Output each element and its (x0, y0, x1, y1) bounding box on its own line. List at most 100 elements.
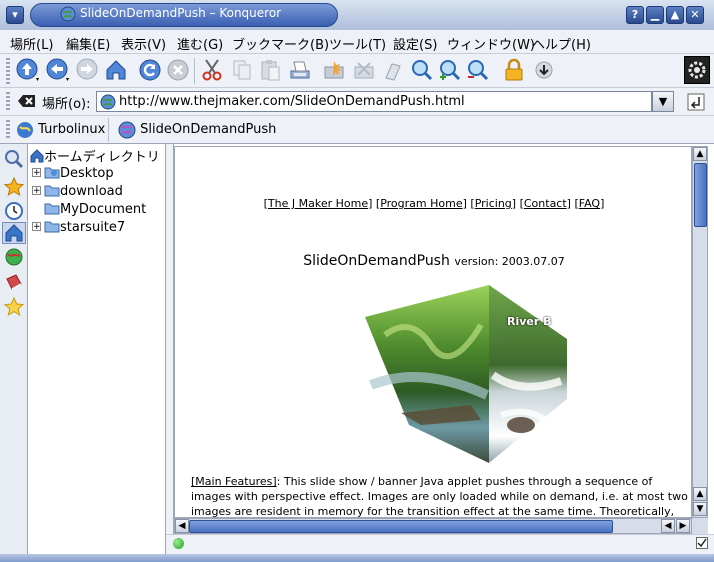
view-link-checkbox-icon[interactable] (696, 537, 708, 549)
clear-location-icon[interactable] (18, 93, 36, 109)
download-icon[interactable] (532, 58, 556, 82)
bookmark-label: SlideOnDemandPush (140, 122, 277, 137)
window-menu-button[interactable]: ▾ (6, 6, 24, 24)
page-globe-icon (118, 121, 136, 138)
nav-link-pricing[interactable]: Pricing (475, 197, 512, 210)
home-icon[interactable] (104, 58, 128, 82)
konqueror-globe-icon (60, 6, 76, 22)
nav-link-program-home[interactable]: Program Home (380, 197, 462, 210)
security-icon[interactable] (322, 58, 346, 82)
bookmark-separator (108, 118, 109, 142)
menu-tools[interactable]: ツール(T) (329, 34, 386, 53)
toolbar-grip[interactable] (6, 92, 10, 112)
zoom-icon[interactable] (410, 58, 434, 82)
vertical-scroll-thumb[interactable] (694, 163, 707, 227)
scroll-up-arrow-icon[interactable]: ▲ (693, 147, 707, 161)
cut-icon[interactable] (200, 58, 224, 82)
nav-link-home[interactable]: The J Maker Home (268, 197, 368, 210)
zoom-out-icon[interactable] (466, 58, 490, 82)
main-features-text: [Main Features]: This slide show / banne… (191, 474, 691, 517)
find-icon[interactable] (382, 58, 406, 82)
vertical-scrollbar[interactable]: ▲ ▲ ▼ (692, 146, 708, 518)
window-bottom-frame (0, 554, 714, 562)
sidebar-config-icon[interactable] (3, 148, 25, 170)
menu-go[interactable]: 進む(G) (177, 34, 223, 53)
menu-view[interactable]: 表示(V) (121, 34, 166, 53)
nav-link-contact[interactable]: Contact (524, 197, 567, 210)
tree-root-label: ホームディレクトリ (44, 150, 160, 165)
tree-item-label: starsuite7 (60, 220, 126, 235)
panel-splitter[interactable] (166, 144, 174, 554)
services-book-icon[interactable] (3, 272, 25, 294)
tree-expander[interactable]: + (32, 168, 41, 178)
url-input[interactable]: http://www.thejmaker.com/SlideOnDemandPu… (96, 91, 652, 112)
applet-version: version: 2003.07.07 (454, 255, 565, 268)
status-bar (166, 534, 714, 554)
gear-icon (688, 61, 706, 79)
stop-icon[interactable] (166, 58, 190, 82)
web-page-view: [The J Maker Home] [Program Home] [Prici… (174, 146, 692, 518)
favorites-star-icon[interactable] (3, 296, 25, 318)
tree-item-download[interactable]: download (44, 183, 123, 201)
toolbar-grip[interactable] (6, 120, 10, 140)
bookmark-slideondemandpush[interactable]: SlideOnDemandPush (118, 120, 276, 142)
disabled-tool-icon[interactable] (352, 58, 376, 82)
scroll-corner (692, 518, 708, 534)
menu-window[interactable]: ウィンドウ(W) (447, 34, 535, 53)
maximize-button[interactable]: ▲ (666, 6, 684, 24)
tree-item-label: download (60, 184, 123, 199)
paste-icon[interactable] (258, 58, 282, 82)
toolbar-separator (194, 58, 195, 84)
location-label: 場所(o): (42, 97, 91, 112)
history-clock-icon[interactable] (3, 200, 25, 222)
bookmark-label: Turbolinux (38, 122, 106, 137)
tree-item-mydocument[interactable]: MyDocument (44, 201, 146, 219)
nav-link-faq[interactable]: FAQ (579, 197, 600, 210)
copy-icon[interactable] (230, 58, 254, 82)
menu-bookmarks[interactable]: ブックマーク(B) (232, 34, 329, 53)
tree-root-home[interactable]: ホームディレクトリ (30, 146, 160, 165)
go-icon[interactable] (686, 92, 706, 112)
turbolinux-icon (17, 121, 33, 138)
scroll-up-arrow-icon[interactable]: ▲ (693, 487, 707, 501)
zoom-in-icon[interactable] (438, 58, 462, 82)
help-button[interactable]: ? (626, 6, 644, 24)
close-button[interactable]: ✕ (686, 6, 704, 24)
minimize-button[interactable]: ▁ (646, 6, 664, 24)
tree-expander[interactable]: + (32, 222, 41, 232)
tree-item-desktop[interactable]: Desktop (44, 165, 114, 183)
tree-item-label: Desktop (60, 166, 114, 181)
reload-icon[interactable] (138, 58, 162, 82)
activity-throbber[interactable] (684, 56, 710, 84)
toolbar-grip[interactable] (6, 58, 10, 84)
scroll-down-arrow-icon[interactable]: ▼ (693, 502, 707, 516)
connection-status-icon (173, 538, 184, 549)
forward-arrow-icon[interactable] (76, 58, 100, 82)
tree-item-starsuite7[interactable]: starsuite7 (44, 219, 125, 237)
folder-icon (44, 167, 60, 179)
lock-icon[interactable] (502, 58, 526, 82)
network-globe-icon[interactable] (3, 246, 25, 268)
features-heading: [Main Features] (191, 475, 277, 488)
bookmarks-star-icon[interactable] (3, 176, 25, 198)
scroll-left-arrow-icon[interactable]: ◀ (661, 519, 675, 533)
home-folder-icon (5, 224, 23, 242)
print-icon[interactable] (288, 58, 312, 82)
menu-location[interactable]: 場所(L) (10, 34, 53, 53)
up-arrow-icon[interactable] (16, 58, 40, 82)
menu-edit[interactable]: 編集(E) (66, 34, 110, 53)
menu-help[interactable]: ヘルプ(H) (532, 34, 591, 53)
scroll-right-arrow-icon[interactable]: ▶ (676, 519, 690, 533)
horizontal-scroll-thumb[interactable] (189, 520, 613, 533)
applet-name: SlideOnDemandPush (303, 253, 450, 269)
back-arrow-icon[interactable] (46, 58, 70, 82)
sidebar-tab-home-active[interactable] (2, 222, 26, 244)
horizontal-scrollbar[interactable]: ◀ ◀ ▶ (174, 518, 692, 534)
scroll-left-arrow-icon[interactable]: ◀ (175, 519, 189, 533)
tree-expander[interactable]: + (32, 186, 41, 196)
bookmark-turbolinux[interactable]: Turbolinux (16, 120, 105, 142)
url-history-dropdown[interactable]: ▼ (652, 91, 674, 112)
menu-settings[interactable]: 設定(S) (393, 34, 437, 53)
slideshow-applet-image[interactable] (361, 285, 567, 463)
site-nav: [The J Maker Home] [Program Home] [Prici… (263, 197, 605, 210)
